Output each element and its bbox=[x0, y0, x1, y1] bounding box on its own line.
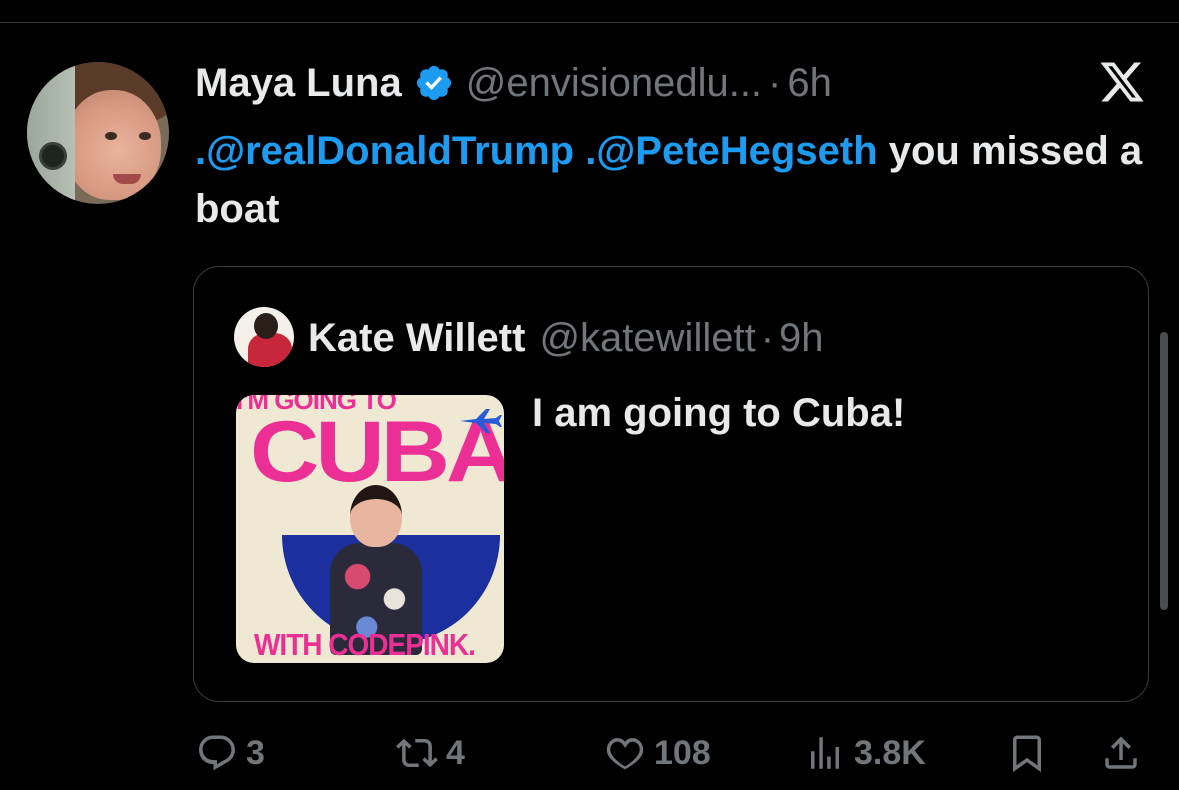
quoted-tweet-time[interactable]: 9h bbox=[779, 316, 824, 361]
scrollbar[interactable] bbox=[1160, 332, 1168, 610]
quoted-author-avatar[interactable] bbox=[234, 307, 294, 367]
reply-button[interactable]: 3 bbox=[196, 722, 265, 784]
image-person-head bbox=[350, 485, 402, 547]
like-icon bbox=[606, 738, 644, 770]
quoted-tweet-header: Kate Willett @katewillett · 9h bbox=[308, 311, 824, 365]
bookmark-button[interactable] bbox=[1006, 722, 1048, 784]
avatar-eye-right bbox=[139, 132, 151, 140]
reply-count: 3 bbox=[246, 733, 265, 772]
tweet-time[interactable]: 6h bbox=[787, 61, 832, 106]
top-divider bbox=[0, 22, 1179, 23]
airplane-icon bbox=[460, 409, 502, 433]
repost-count: 4 bbox=[446, 733, 465, 772]
quoted-author-handle[interactable]: @katewillett bbox=[539, 316, 755, 361]
like-count: 108 bbox=[654, 733, 711, 772]
avatar-eye-left bbox=[105, 132, 117, 140]
tweet-text: .@realDonaldTrump .@PeteHegseth you miss… bbox=[195, 122, 1155, 238]
bookmark-icon bbox=[1013, 735, 1041, 773]
text-space bbox=[574, 129, 585, 173]
separator-dot: · bbox=[760, 315, 775, 360]
repost-button[interactable]: 4 bbox=[396, 722, 465, 784]
tweet-header: Maya Luna @envisionedlu... · 6h bbox=[195, 58, 832, 108]
quoted-tweet-text: I am going to Cuba! bbox=[532, 391, 906, 435]
tweet-action-bar: 3 4 108 3.8K bbox=[0, 722, 1179, 784]
author-name[interactable]: Maya Luna bbox=[195, 61, 402, 106]
x-logo-icon[interactable] bbox=[1096, 58, 1148, 106]
verified-badge-icon bbox=[416, 65, 451, 101]
mention-link-hegseth[interactable]: .@PeteHegseth bbox=[585, 129, 877, 173]
q-avatar-head bbox=[254, 313, 278, 339]
quoted-author-name[interactable]: Kate Willett bbox=[308, 316, 525, 361]
avatar-phone bbox=[27, 62, 75, 204]
views-button[interactable]: 3.8K bbox=[804, 722, 926, 784]
quoted-tweet-card[interactable]: Kate Willett @katewillett · 9h I'M GOING… bbox=[193, 266, 1149, 702]
views-icon bbox=[811, 737, 839, 769]
image-bottom-text: WITH CODEPINK. bbox=[254, 627, 476, 662]
author-handle[interactable]: @envisionedlu... bbox=[466, 61, 762, 106]
author-avatar[interactable] bbox=[27, 62, 169, 204]
reply-icon bbox=[199, 735, 235, 771]
share-icon bbox=[1105, 736, 1137, 769]
mention-link-trump[interactable]: .@realDonaldTrump bbox=[195, 129, 574, 173]
avatar-face bbox=[65, 90, 161, 200]
share-button[interactable] bbox=[1100, 722, 1142, 784]
quoted-tweet-image[interactable]: I'M GOING TO CUBA WITH CODEPINK. bbox=[236, 395, 504, 663]
avatar-phone-lens bbox=[39, 142, 67, 170]
like-button[interactable]: 108 bbox=[604, 722, 711, 784]
repost-icon bbox=[396, 738, 438, 768]
separator-dot: · bbox=[768, 60, 782, 105]
views-count: 3.8K bbox=[854, 733, 926, 772]
